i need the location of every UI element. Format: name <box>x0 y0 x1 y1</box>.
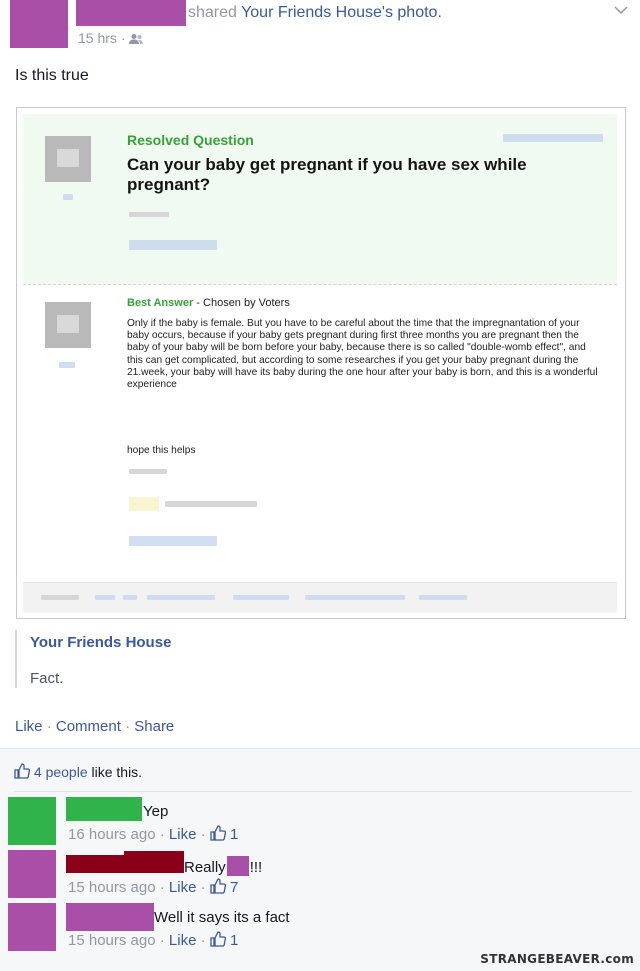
comment-meta: 16 hours ago · Like · 1 <box>68 825 239 843</box>
watermark: STRANGEBEAVER.com <box>480 952 634 966</box>
comment-like-count[interactable]: 1 <box>230 932 238 949</box>
comment-like-count[interactable]: 1 <box>230 826 238 843</box>
quote-rule <box>15 630 17 688</box>
comment-text: Really!!! <box>184 856 262 876</box>
comment-meta: 15 hours ago · Like · 7 <box>68 878 239 896</box>
screenshot-footer <box>23 582 617 613</box>
footer-item-blurred <box>147 595 215 600</box>
footer-item-blurred <box>233 595 289 600</box>
comment-time[interactable]: 16 hours ago <box>68 826 156 843</box>
question-time-blurred <box>129 212 169 217</box>
footer-item-blurred <box>419 595 467 600</box>
comment-time[interactable]: 15 hours ago <box>68 879 156 896</box>
shared-text: shared <box>188 4 237 21</box>
commenter-name-redacted[interactable] <box>66 903 154 931</box>
comment-text: Well it says its a fact <box>154 909 290 926</box>
comment-like-link[interactable]: Like <box>169 932 197 949</box>
best-answer-label: Best Answer <box>127 297 194 309</box>
follow-button-blurred[interactable] <box>503 134 603 142</box>
answer-text: Only if the baby is female. But you have… <box>127 318 598 391</box>
footer-item-blurred <box>123 595 137 600</box>
meta-separator: · <box>120 30 126 46</box>
comment-text-part: Really <box>184 859 226 876</box>
likes-summary: 4 people like this. <box>14 763 142 780</box>
share-link[interactable]: Share <box>134 718 174 735</box>
footer-item-blurred <box>41 595 79 600</box>
thumbs-up-icon[interactable] <box>210 878 226 894</box>
answerer-name-blurred <box>59 362 75 368</box>
commenter-name-redacted[interactable] <box>124 851 184 873</box>
comment-meta: 15 hours ago · Like · 1 <box>68 931 239 949</box>
likes-suffix: like this. <box>87 764 143 780</box>
shared-photo[interactable]: Resolved Question Can your baby get preg… <box>16 107 626 619</box>
post-time[interactable]: 15 hrs <box>78 30 117 46</box>
asker-name-blurred <box>63 194 73 200</box>
comment-avatar[interactable] <box>8 797 56 845</box>
mention-redacted[interactable] <box>226 856 249 876</box>
post-meta: 15 hrs · <box>78 30 144 48</box>
like-link[interactable]: Like <box>15 718 43 735</box>
thumbs-up-icon <box>14 763 31 779</box>
source-name-link[interactable]: Your Friends House <box>30 634 171 651</box>
divider <box>14 791 632 792</box>
thumbs-up-icon[interactable] <box>210 931 226 947</box>
answer-signoff: hope this helps <box>127 445 196 456</box>
question-title: Can your baby get pregnant if you have s… <box>127 155 527 194</box>
chosen-by: - Chosen by Voters <box>193 297 290 309</box>
question-panel: Resolved Question Can your baby get preg… <box>23 114 617 285</box>
comment-like-count[interactable]: 7 <box>230 879 238 896</box>
likers-link[interactable]: 4 people <box>34 764 88 780</box>
answer-action-blurred[interactable] <box>129 536 217 546</box>
comment-link[interactable]: Comment <box>56 718 121 735</box>
answer-panel: Best Answer - Chosen by Voters Only if t… <box>23 288 617 578</box>
photo-link[interactable]: 's photo. <box>382 4 442 21</box>
poster-avatar[interactable] <box>10 0 68 48</box>
friends-icon[interactable] <box>129 32 144 48</box>
action-sep: · <box>120 718 135 735</box>
action-sep: · <box>42 718 56 735</box>
commenter-name-redacted[interactable] <box>66 855 124 873</box>
comment-like-link[interactable]: Like <box>169 826 197 843</box>
post-body: Is this true <box>15 67 89 84</box>
rating-text-blurred <box>165 501 257 507</box>
post-actions: Like · Comment · Share <box>15 718 174 735</box>
best-answer-header: Best Answer - Chosen by Voters <box>127 297 290 309</box>
comment-avatar[interactable] <box>8 903 56 951</box>
source-name[interactable]: Your Friends House <box>30 634 171 651</box>
page-name-link[interactable]: Your Friends House <box>241 4 382 21</box>
source-caption: Fact. <box>30 670 64 687</box>
comment-text: Yep <box>143 803 169 820</box>
comment-avatar[interactable] <box>8 850 56 898</box>
comment-like-link[interactable]: Like <box>169 879 197 896</box>
footer-item-blurred <box>95 595 115 600</box>
share-line: shared Your Friends House's photo. <box>188 4 442 22</box>
rating-box-blurred <box>129 497 159 511</box>
commenter-name-redacted[interactable] <box>66 797 142 821</box>
post-options-chevron-down-icon[interactable] <box>614 2 628 20</box>
comment-text-part: !!! <box>249 859 263 876</box>
asker-avatar <box>45 136 91 182</box>
comment-time[interactable]: 15 hours ago <box>68 932 156 949</box>
answer-time-blurred <box>129 469 167 474</box>
thumbs-up-icon[interactable] <box>210 825 226 841</box>
poster-name-redacted[interactable] <box>76 0 186 26</box>
question-action-blurred[interactable] <box>129 240 217 250</box>
footer-item-blurred <box>305 595 405 600</box>
resolved-label: Resolved Question <box>127 132 254 148</box>
answerer-avatar <box>45 302 91 348</box>
